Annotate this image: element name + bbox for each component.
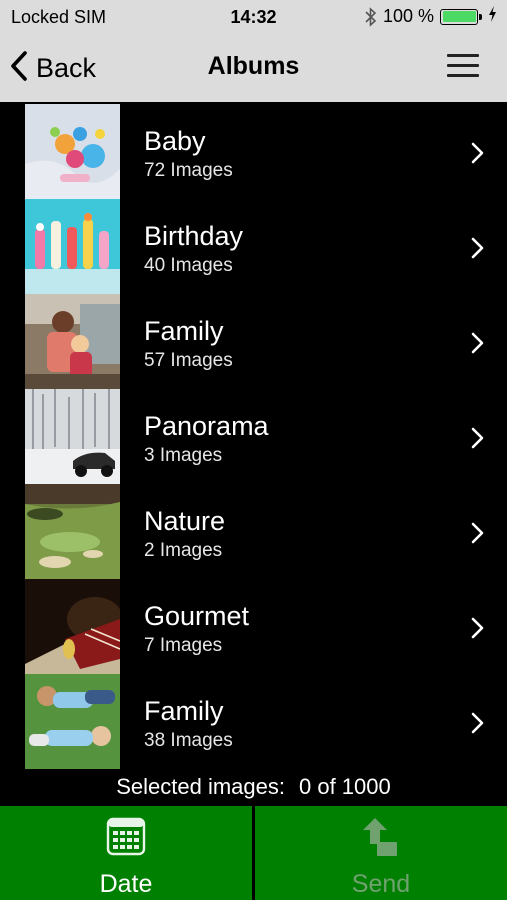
album-name: Baby bbox=[144, 126, 206, 156]
send-label: Send bbox=[351, 870, 411, 898]
chevron-right-icon bbox=[471, 237, 484, 259]
album-row-family-2[interactable]: Family 38 Images bbox=[0, 674, 507, 769]
status-bar: Locked SIM 14:32 100 % bbox=[0, 0, 507, 34]
album-row-nature[interactable]: Nature 2 Images bbox=[0, 484, 507, 579]
album-name: Family bbox=[144, 696, 224, 726]
navigation-bar: Back Albums bbox=[0, 34, 507, 102]
chevron-right-icon bbox=[471, 142, 484, 164]
albums-screen: Locked SIM 14:32 100 % Back Albums Baby … bbox=[0, 0, 507, 900]
date-label: Date bbox=[99, 870, 153, 898]
album-count: 40 Images bbox=[144, 255, 233, 276]
chevron-right-icon bbox=[471, 712, 484, 734]
battery-cap bbox=[479, 13, 482, 20]
header: Locked SIM 14:32 100 % Back Albums bbox=[0, 0, 507, 102]
album-name: Family bbox=[144, 316, 224, 346]
lightning-icon bbox=[488, 6, 497, 27]
battery-fill bbox=[442, 11, 476, 22]
album-row-gourmet[interactable]: Gourmet 7 Images bbox=[0, 579, 507, 674]
album-count: 3 Images bbox=[144, 445, 223, 466]
chevron-right-icon bbox=[471, 617, 484, 639]
chevron-right-icon bbox=[471, 332, 484, 354]
album-name: Nature bbox=[144, 506, 226, 536]
album-thumbnail bbox=[25, 579, 120, 674]
album-count: 38 Images bbox=[144, 730, 233, 751]
chevron-right-icon bbox=[471, 427, 484, 449]
album-row-panorama[interactable]: Panorama 3 Images bbox=[0, 389, 507, 484]
album-list: Baby 72 Images Birthday 40 Images Family… bbox=[0, 104, 507, 769]
album-count: 2 Images bbox=[144, 540, 223, 561]
album-name: Birthday bbox=[144, 221, 244, 251]
hamburger-menu-icon[interactable] bbox=[447, 54, 479, 78]
album-name: Panorama bbox=[144, 411, 269, 441]
bluetooth-icon bbox=[365, 6, 377, 27]
page-title: Albums bbox=[207, 52, 300, 80]
status-right: 100 % bbox=[365, 6, 497, 27]
selection-value: 0 of 1000 bbox=[299, 774, 391, 799]
album-count: 72 Images bbox=[144, 160, 233, 181]
album-count: 7 Images bbox=[144, 635, 223, 656]
bottom-toolbar: Date Send bbox=[0, 806, 507, 900]
battery-percent: 100 % bbox=[382, 6, 434, 26]
album-thumbnail bbox=[25, 104, 120, 199]
album-thumbnail bbox=[25, 674, 120, 769]
album-row-family[interactable]: Family 57 Images bbox=[0, 294, 507, 389]
album-thumbnail bbox=[25, 389, 120, 484]
selection-label: Selected images: bbox=[116, 774, 285, 799]
date-button[interactable]: Date bbox=[0, 806, 252, 900]
album-count: 57 Images bbox=[144, 350, 233, 371]
chevron-right-icon bbox=[471, 522, 484, 544]
calendar-icon bbox=[106, 816, 146, 861]
selection-status: Selected images: 0 of 1000 bbox=[0, 774, 507, 800]
upload-icon bbox=[361, 816, 401, 865]
battery-icon bbox=[440, 8, 478, 25]
album-thumbnail bbox=[25, 199, 120, 294]
album-row-birthday[interactable]: Birthday 40 Images bbox=[0, 199, 507, 294]
send-button[interactable]: Send bbox=[255, 806, 507, 900]
album-row-baby[interactable]: Baby 72 Images bbox=[0, 104, 507, 199]
album-name: Gourmet bbox=[144, 601, 250, 631]
album-thumbnail bbox=[25, 484, 120, 579]
album-thumbnail bbox=[25, 294, 120, 389]
